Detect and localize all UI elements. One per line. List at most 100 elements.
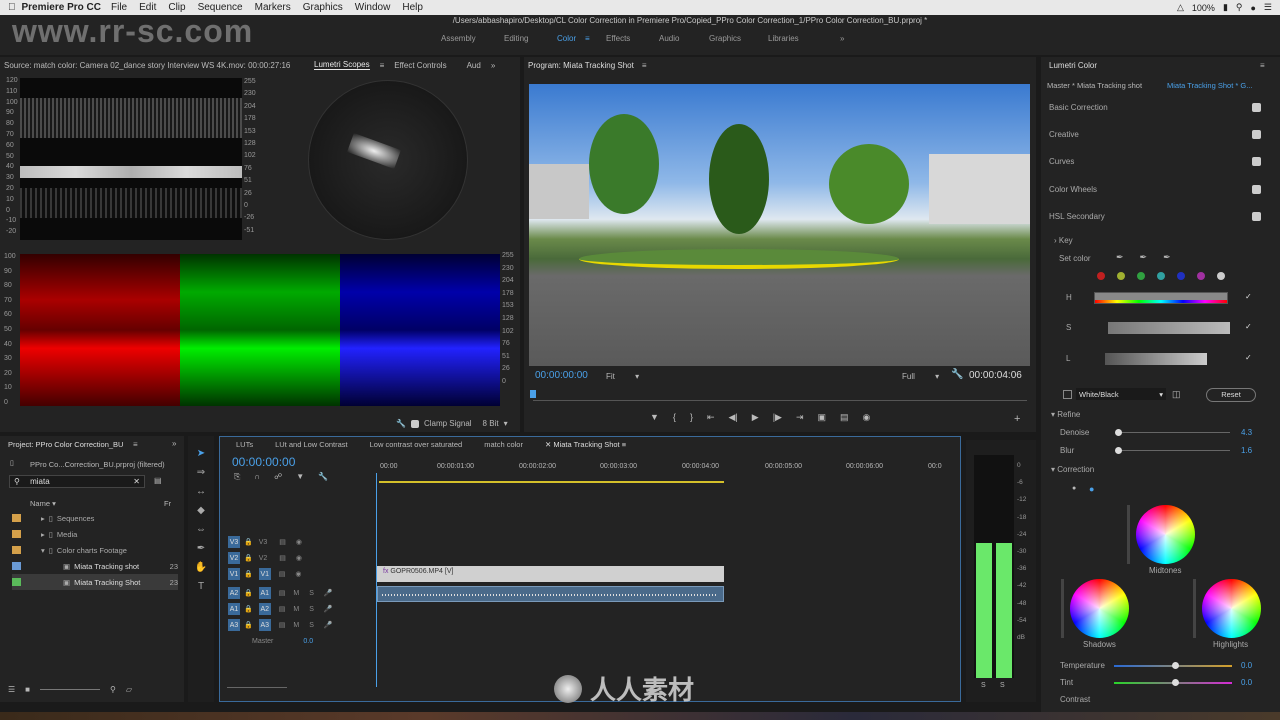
swatch-magenta[interactable] bbox=[1197, 272, 1205, 280]
menu-markers[interactable]: Markers bbox=[255, 2, 291, 13]
menu-window[interactable]: Window bbox=[355, 2, 391, 13]
single-wheel-icon[interactable]: ● bbox=[1072, 485, 1076, 492]
video-clip[interactable]: fx GOPR0506.MP4 [V] bbox=[377, 566, 724, 582]
add-marker-icon[interactable]: ▼ bbox=[296, 472, 304, 482]
saturation-range-slider[interactable] bbox=[1108, 322, 1230, 334]
wrench-icon[interactable]: 🔧 bbox=[951, 369, 963, 380]
track-a2[interactable]: A1 🔒 A2 ▤ M S 🎤 bbox=[228, 601, 378, 617]
basic-correction-checkbox[interactable] bbox=[1252, 103, 1261, 112]
tab-effect-controls[interactable]: Effect Controls bbox=[394, 61, 446, 70]
tab-low-contrast[interactable]: Low contrast over saturated bbox=[370, 440, 463, 449]
track-v2[interactable]: V2 🔒 V2 ▤ ◉ bbox=[228, 550, 378, 566]
column-name-header[interactable]: Name ▾ bbox=[30, 499, 56, 508]
saturation-checkmark-icon[interactable]: ✓ bbox=[1245, 322, 1252, 331]
denoise-knob[interactable] bbox=[1115, 429, 1122, 436]
linked-selection-icon[interactable]: ☍ bbox=[274, 472, 282, 482]
program-video-frame[interactable] bbox=[529, 84, 1030, 366]
razor-tool-icon[interactable]: ◆ bbox=[194, 505, 208, 519]
project-title[interactable]: Project: PPro Color Correction_BU bbox=[8, 440, 123, 449]
workspace-assembly[interactable]: Assembly bbox=[441, 34, 476, 43]
clamp-checkbox[interactable] bbox=[410, 419, 419, 428]
tab-match-color[interactable]: match color bbox=[484, 440, 523, 449]
user-icon[interactable]: ● bbox=[1250, 3, 1255, 13]
wifi-icon[interactable]: △ bbox=[1177, 2, 1184, 13]
source-title[interactable]: Source: match color: Camera 02_dance sto… bbox=[4, 61, 304, 70]
hsl-secondary-checkbox[interactable] bbox=[1252, 212, 1261, 221]
refine-section[interactable]: ▾ Refine bbox=[1051, 410, 1080, 419]
search-icon[interactable]: ⚲ bbox=[110, 685, 116, 694]
overwrite-icon[interactable]: ▤ bbox=[840, 412, 849, 423]
swatch-gray[interactable] bbox=[1217, 272, 1225, 280]
apple-icon[interactable]:  bbox=[8, 2, 16, 13]
icon-view-icon[interactable]: ■ bbox=[25, 685, 30, 694]
step-forward-icon[interactable]: |▶ bbox=[773, 412, 782, 423]
temperature-knob[interactable] bbox=[1172, 662, 1179, 669]
battery-icon[interactable]: ▮ bbox=[1223, 2, 1228, 13]
wrench-icon[interactable]: 🔧 bbox=[396, 419, 406, 428]
workspace-overflow-icon[interactable]: » bbox=[840, 34, 844, 43]
list-item[interactable]: ▸ ▯ Media bbox=[12, 526, 178, 542]
overflow-icon[interactable]: » bbox=[172, 439, 176, 448]
list-item[interactable]: ▣ Miata Tracking Shot 23 bbox=[12, 574, 178, 590]
wrench-icon[interactable]: 🔧 bbox=[318, 472, 328, 482]
marker-icon[interactable]: ▼ bbox=[650, 412, 659, 423]
swatch-green[interactable] bbox=[1137, 272, 1145, 280]
eyedropper-remove-icon[interactable]: ✒ bbox=[1163, 252, 1171, 263]
correction-section[interactable]: ▾ Correction bbox=[1051, 465, 1094, 474]
workspace-editing[interactable]: Editing bbox=[504, 34, 528, 43]
battery-text[interactable]: 100% bbox=[1192, 3, 1215, 13]
temperature-value[interactable]: 0.0 bbox=[1241, 661, 1252, 670]
new-bin-icon[interactable]: ▤ bbox=[154, 476, 162, 485]
track-select-tool-icon[interactable]: ⇒ bbox=[194, 467, 208, 481]
column-fr-header[interactable]: Fr bbox=[164, 499, 171, 508]
section-creative[interactable]: Creative bbox=[1049, 130, 1079, 139]
chevron-down-icon[interactable]: ▾ bbox=[504, 419, 508, 428]
hue-checkmark-icon[interactable]: ✓ bbox=[1245, 292, 1252, 301]
shadows-slider[interactable] bbox=[1061, 579, 1064, 638]
menu-file[interactable]: File bbox=[111, 2, 127, 13]
blur-knob[interactable] bbox=[1115, 447, 1122, 454]
hue-range-slider[interactable] bbox=[1094, 292, 1228, 304]
swatch-blue[interactable] bbox=[1177, 272, 1185, 280]
audio-clip[interactable] bbox=[377, 586, 724, 602]
slip-tool-icon[interactable]: ⇔ bbox=[194, 524, 208, 538]
goto-out-icon[interactable]: ⇥ bbox=[796, 412, 804, 423]
key-section[interactable]: › Key bbox=[1054, 236, 1073, 245]
panel-menu-icon[interactable]: ≡ bbox=[1260, 61, 1265, 70]
lumetri-master[interactable]: Master * Miata Tracking shot bbox=[1047, 81, 1142, 90]
menu-clip[interactable]: Clip bbox=[168, 2, 185, 13]
solo-right-button[interactable]: S bbox=[1000, 682, 1005, 689]
midtones-slider[interactable] bbox=[1127, 505, 1130, 564]
clear-search-icon[interactable]: ✕ bbox=[133, 477, 140, 486]
denoise-value[interactable]: 4.3 bbox=[1241, 428, 1252, 437]
workspace-libraries[interactable]: Libraries bbox=[768, 34, 799, 43]
program-title[interactable]: Program: Miata Tracking Shot bbox=[528, 61, 634, 70]
track-v3[interactable]: V3 🔒 V3 ▤ ◉ bbox=[228, 534, 378, 550]
insert-icon[interactable]: ▣ bbox=[818, 412, 827, 423]
selection-tool-icon[interactable]: ➤ bbox=[194, 448, 208, 462]
timeline-vertical-scroll[interactable] bbox=[944, 484, 952, 684]
highlights-slider[interactable] bbox=[1193, 579, 1196, 638]
timeline-timecode[interactable]: 00:00:00:00 bbox=[232, 455, 295, 469]
ripple-edit-tool-icon[interactable]: ↔ bbox=[194, 486, 208, 500]
overflow-icon[interactable]: » bbox=[491, 61, 495, 70]
mark-out-icon[interactable]: } bbox=[690, 412, 693, 423]
section-curves[interactable]: Curves bbox=[1049, 157, 1074, 166]
tab-lut-low-contrast[interactable]: LUt and Low Contrast bbox=[275, 440, 348, 449]
track-a1[interactable]: A2 🔒 A1 ▤ M S 🎤 bbox=[228, 585, 378, 601]
workspace-audio[interactable]: Audio bbox=[659, 34, 679, 43]
menu-graphics[interactable]: Graphics bbox=[303, 2, 343, 13]
lumetri-clip[interactable]: Miata Tracking Shot * G... bbox=[1167, 81, 1252, 90]
list-item[interactable]: ▸ ▯ Sequences bbox=[12, 510, 178, 526]
track-v1[interactable]: V1 🔒 V1 ▤ ◉ bbox=[228, 566, 378, 582]
invert-mask-icon[interactable]: ◫ bbox=[1172, 389, 1181, 400]
menu-list-icon[interactable]: ☰ bbox=[1264, 2, 1272, 13]
section-hsl-secondary[interactable]: HSL Secondary bbox=[1049, 212, 1105, 221]
workspace-menu-icon[interactable]: ≡ bbox=[585, 34, 590, 43]
swatch-red[interactable] bbox=[1097, 272, 1105, 280]
pen-tool-icon[interactable]: ✒ bbox=[194, 543, 208, 557]
tint-value[interactable]: 0.0 bbox=[1241, 678, 1252, 687]
swatch-cyan[interactable] bbox=[1157, 272, 1165, 280]
hand-tool-icon[interactable]: ✋ bbox=[194, 562, 208, 576]
project-search-input[interactable]: ⚲ miata ✕ bbox=[9, 475, 145, 488]
